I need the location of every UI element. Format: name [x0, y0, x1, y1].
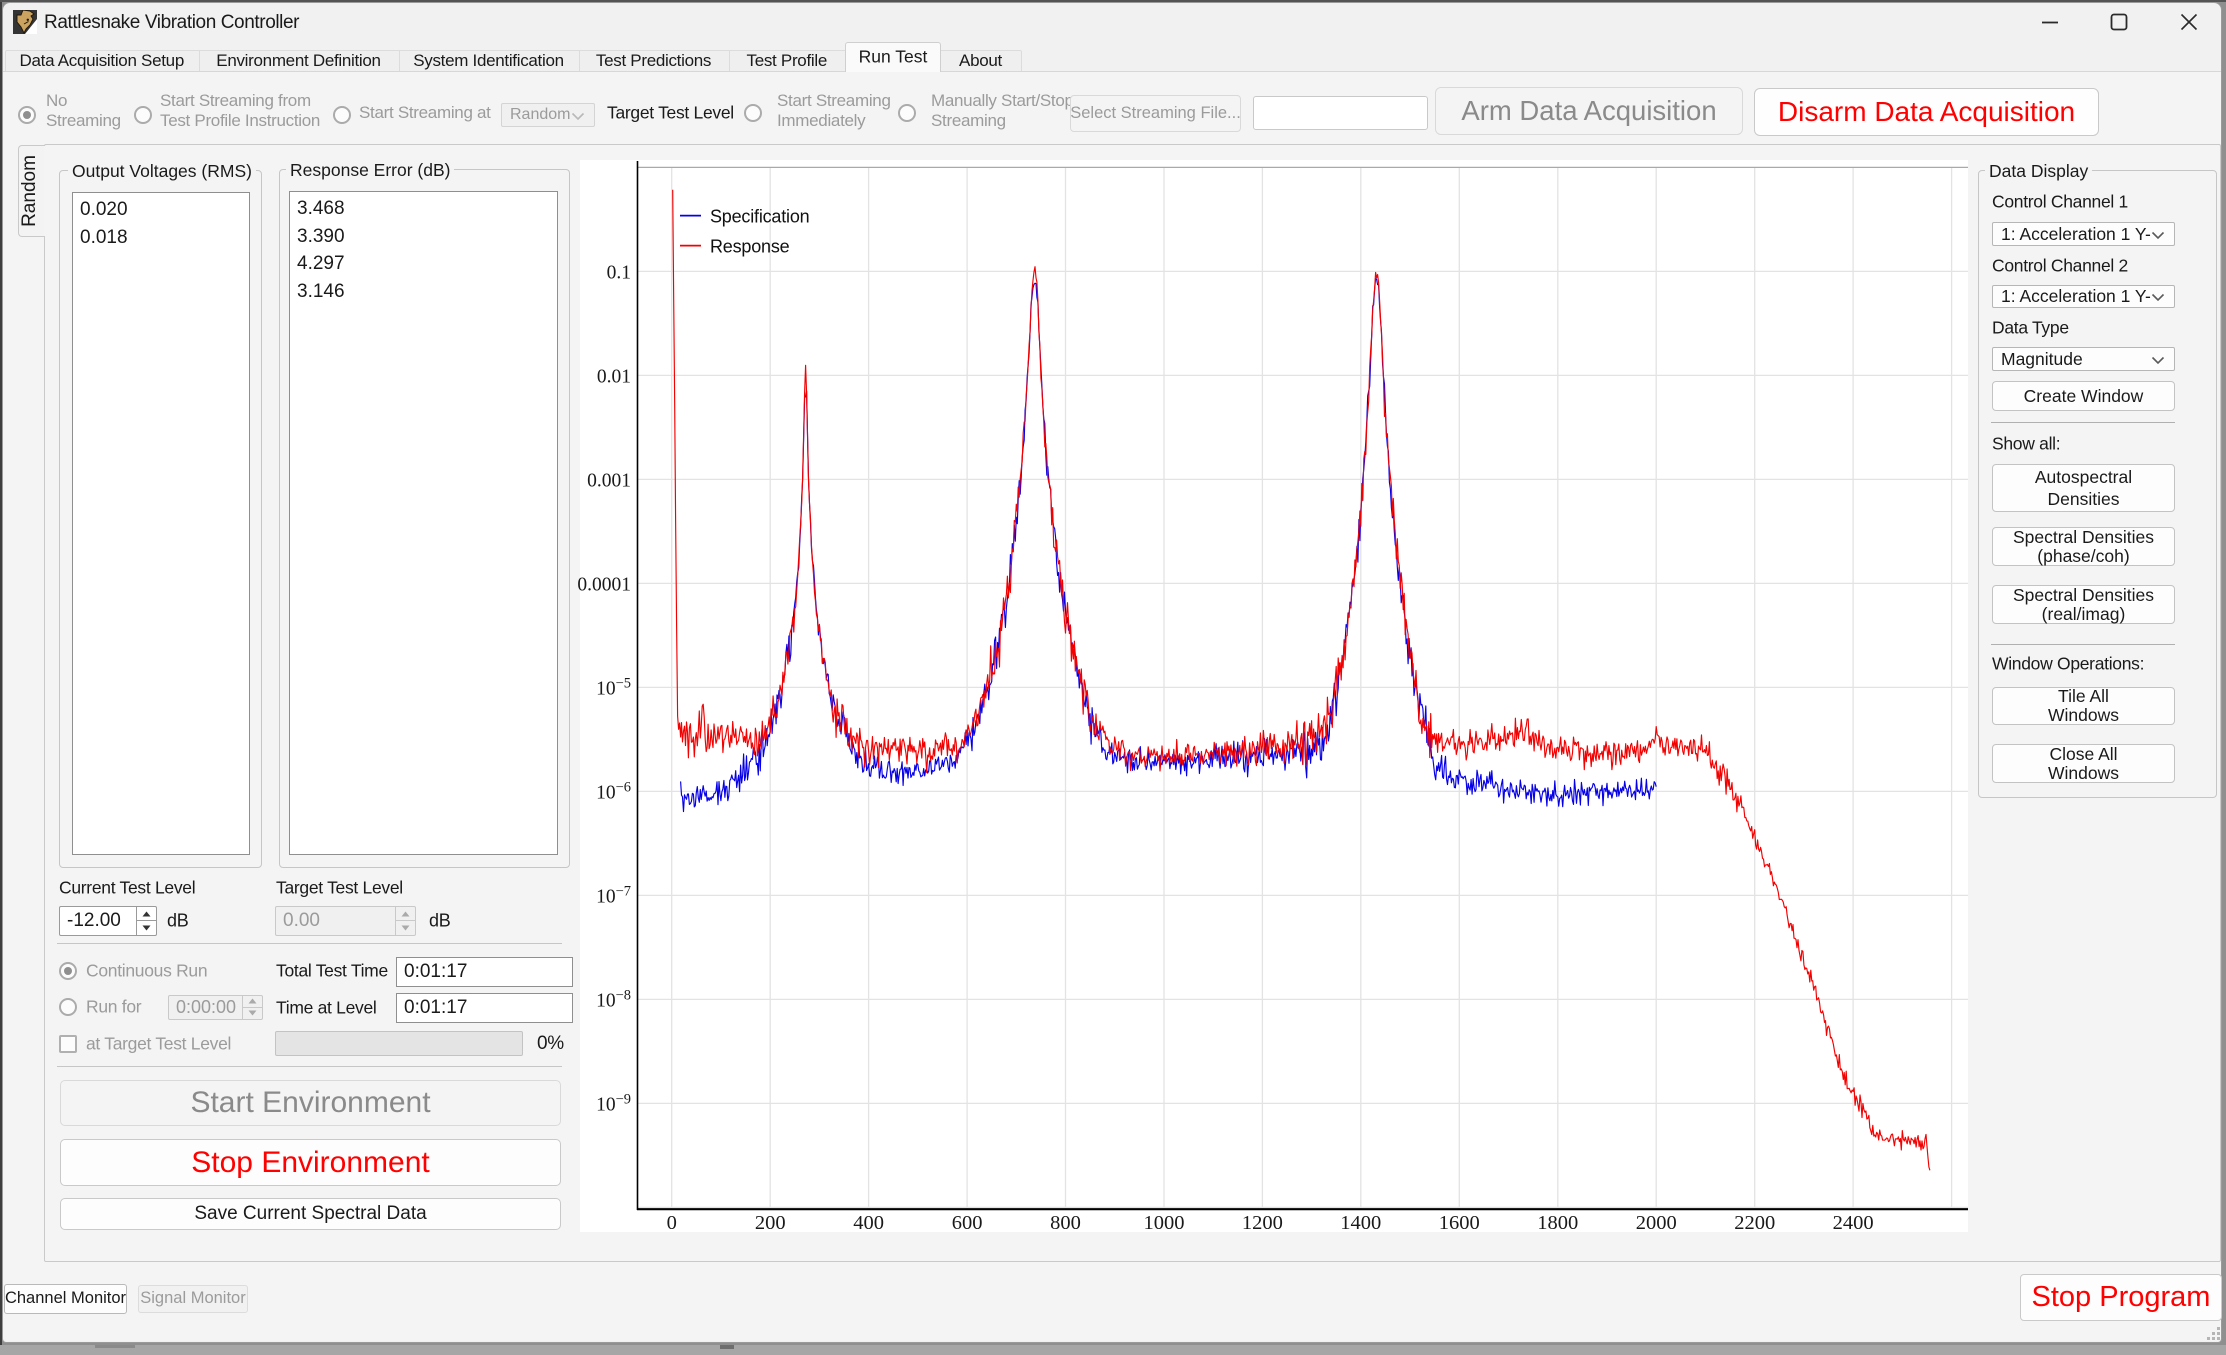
svg-text:1200: 1200 — [1242, 1212, 1283, 1234]
svg-text:Response: Response — [710, 237, 790, 257]
svg-text:1000: 1000 — [1144, 1212, 1185, 1234]
svg-text:0.0001: 0.0001 — [577, 574, 631, 595]
svg-text:2200: 2200 — [1734, 1212, 1775, 1234]
svg-text:0.001: 0.001 — [587, 470, 631, 491]
svg-text:0: 0 — [667, 1212, 677, 1234]
svg-text:1800: 1800 — [1537, 1212, 1578, 1234]
svg-text:0.01: 0.01 — [597, 366, 631, 387]
svg-text:0.1: 0.1 — [607, 262, 631, 283]
svg-text:Specification: Specification — [710, 207, 809, 227]
svg-text:800: 800 — [1050, 1212, 1081, 1234]
svg-text:200: 200 — [755, 1212, 786, 1234]
svg-text:2000: 2000 — [1636, 1212, 1677, 1234]
svg-text:10−7: 10−7 — [596, 883, 631, 907]
svg-text:600: 600 — [952, 1212, 983, 1234]
svg-text:10−6: 10−6 — [596, 779, 631, 803]
svg-text:10−8: 10−8 — [596, 987, 631, 1011]
svg-text:400: 400 — [853, 1212, 884, 1234]
svg-text:10−9: 10−9 — [596, 1091, 631, 1115]
svg-text:1600: 1600 — [1439, 1212, 1480, 1234]
svg-text:2400: 2400 — [1833, 1212, 1874, 1234]
svg-text:10−5: 10−5 — [596, 675, 631, 699]
svg-text:1400: 1400 — [1340, 1212, 1381, 1234]
